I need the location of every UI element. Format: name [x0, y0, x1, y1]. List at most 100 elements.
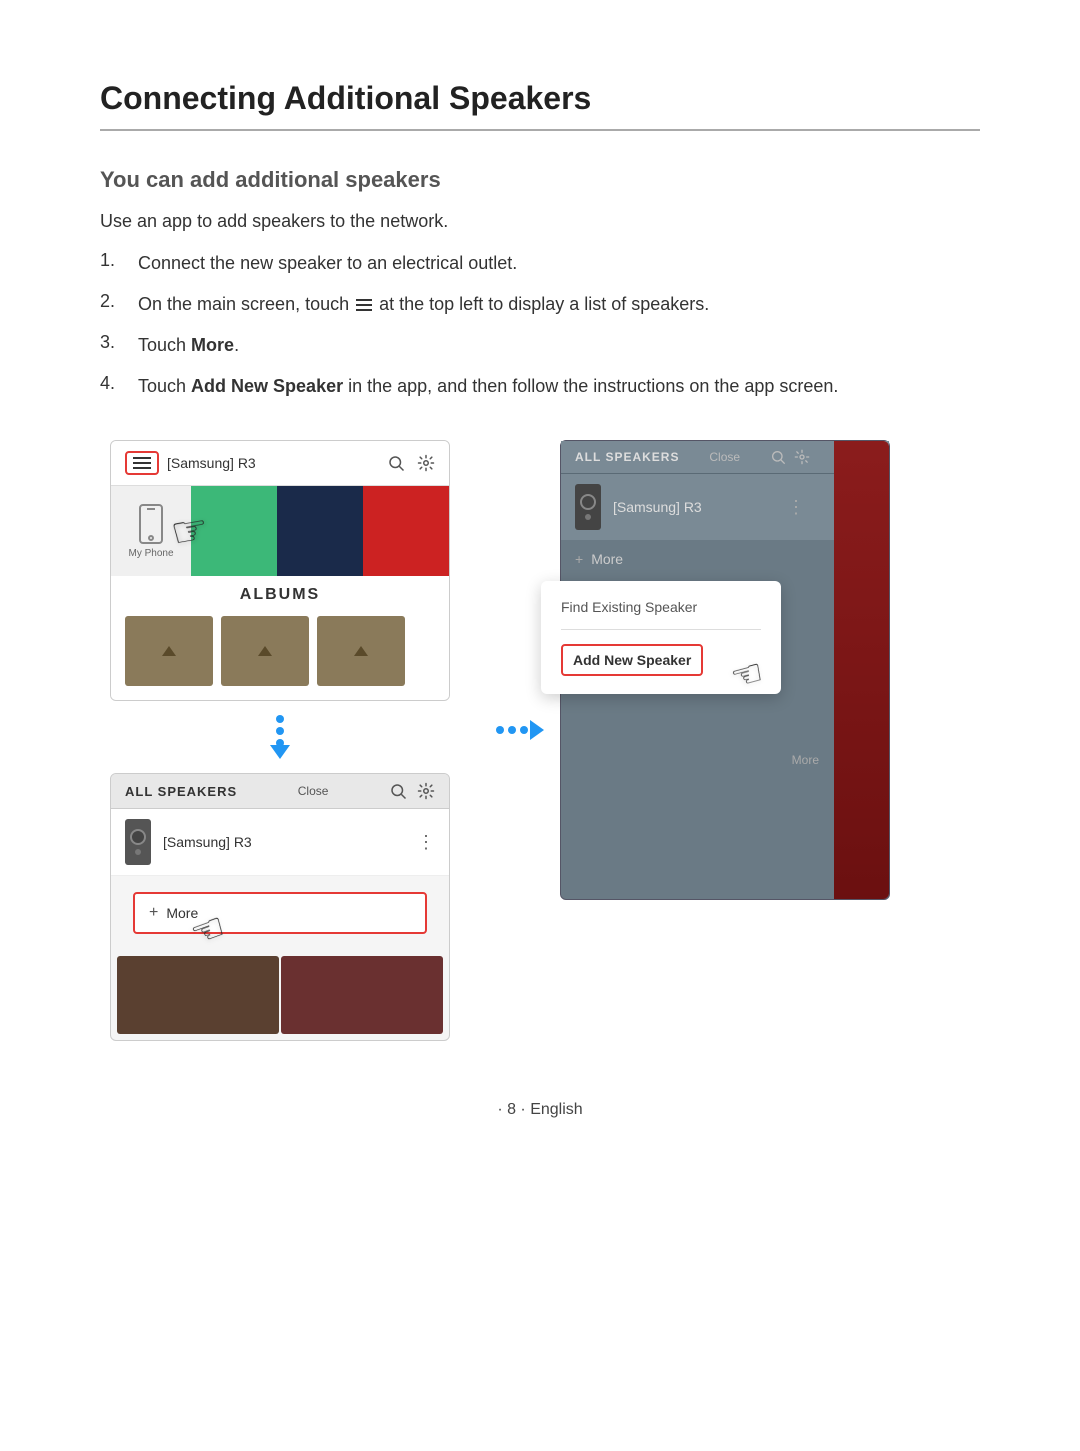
step-text-1: Connect the new speaker to an electrical… [138, 250, 980, 277]
section-title: Connecting Additional Speakers [100, 80, 980, 131]
speaker-icon-bottom [125, 819, 151, 865]
my-phone-label: My Phone [128, 548, 173, 559]
step-3: 3. Touch More. [100, 332, 980, 359]
right-more-label: More [591, 551, 623, 567]
dark-tile-1 [117, 956, 279, 1034]
step-4: 4. Touch Add New Speaker in the app, and… [100, 373, 980, 400]
search-icon-bottom[interactable] [389, 782, 407, 800]
album-icon-1 [154, 636, 184, 666]
hand-pointer-add: ☞ [726, 651, 768, 700]
app-header-left: [Samsung] R3 [125, 451, 256, 475]
speaker-circle [130, 829, 146, 845]
album-icon-2 [250, 636, 280, 666]
phone-icon [137, 504, 165, 544]
all-speakers-header-bottom: ALL SPEAKERS Close [111, 774, 449, 809]
left-mockup: [Samsung] R3 [100, 440, 480, 1041]
arrow-dots [276, 715, 284, 747]
all-speakers-icons-bottom [389, 782, 435, 800]
speaker-dot [135, 849, 141, 855]
more-bold: More [191, 335, 234, 355]
banner-area: My Phone ☞ [111, 486, 449, 576]
all-speakers-title-bottom: ALL SPEAKERS [125, 784, 237, 799]
step-num-3: 3. [100, 332, 130, 353]
plus-icon-bottom: + [149, 904, 158, 922]
steps-list: 1. Connect the new speaker to an electri… [100, 250, 980, 400]
album-thumb-2 [221, 616, 309, 686]
right-more-bottom: More [792, 753, 819, 767]
tile-red [363, 486, 449, 576]
app-screen-bottom: ALL SPEAKERS Close [110, 773, 450, 1041]
add-new-speaker-bold: Add New Speaker [191, 376, 343, 396]
step-text-4: Touch Add New Speaker in the app, and th… [138, 373, 980, 400]
arrow-right-dot-3 [520, 726, 528, 734]
gear-icon-bottom[interactable] [417, 782, 435, 800]
arrow-dot-1 [276, 715, 284, 723]
arrow-down-container [110, 715, 450, 759]
step-2: 2. On the main screen, touch at the top … [100, 291, 980, 318]
arrow-right-head [530, 720, 544, 740]
intro-text: Use an app to add speakers to the networ… [100, 211, 980, 232]
right-speaker-dot [585, 514, 591, 520]
step-num-4: 4. [100, 373, 130, 394]
gear-icon-top[interactable] [417, 454, 435, 472]
app-header-icons-top [387, 454, 435, 472]
arrow-right-dot-1 [496, 726, 504, 734]
bottom-tiles-area [111, 950, 449, 1040]
tile-navy [277, 486, 363, 576]
album-icon-3 [346, 636, 376, 666]
right-mockup: ALL SPEAKERS Close [560, 440, 980, 900]
right-speaker-name: [Samsung] R3 [613, 499, 775, 515]
right-search-icon[interactable] [770, 449, 786, 465]
step-num-2: 2. [100, 291, 130, 312]
album-grid [125, 616, 435, 686]
diagram-area: [Samsung] R3 [100, 440, 980, 1041]
arrow-right-dots [496, 720, 544, 740]
add-new-container: Add New Speaker ☞ [561, 644, 761, 676]
hamburger-highlight [125, 451, 159, 475]
close-label-bottom[interactable]: Close [298, 784, 329, 798]
app-header: [Samsung] R3 [111, 441, 449, 486]
right-three-dot[interactable]: ⋮ [787, 497, 805, 518]
arrow-right-dot-2 [508, 726, 516, 734]
step-1: 1. Connect the new speaker to an electri… [100, 250, 980, 277]
right-speaker-circle [580, 494, 596, 510]
albums-section: ALBUMS [111, 576, 449, 700]
subsection-title: You can add additional speakers [100, 167, 980, 193]
footer-text: · 8 · English [497, 1101, 582, 1118]
hamburger-button[interactable] [131, 455, 153, 471]
right-all-speakers-title: ALL SPEAKERS [575, 450, 679, 464]
right-gear-icon[interactable] [794, 449, 810, 465]
three-dot-menu-bottom[interactable]: ⋮ [417, 832, 435, 853]
step-text-3: Touch More. [138, 332, 980, 359]
album-thumb-3 [317, 616, 405, 686]
add-new-speaker-label[interactable]: Add New Speaker [561, 644, 703, 676]
speaker-name-bottom: [Samsung] R3 [163, 834, 405, 850]
arrow-head-down [270, 745, 290, 759]
right-close-label[interactable]: Close [709, 450, 740, 464]
app-screen-top: [Samsung] R3 [110, 440, 450, 701]
arrow-right-container [480, 720, 560, 740]
album-thumb-1 [125, 616, 213, 686]
right-app-screen: ALL SPEAKERS Close [560, 440, 890, 900]
step-text-2: On the main screen, touch at the top lef… [138, 291, 980, 318]
right-speaker-icon [575, 484, 601, 530]
bottom-screen-container: ALL SPEAKERS Close [100, 773, 480, 1041]
dark-tile-2 [281, 956, 443, 1034]
page-footer: · 8 · English [100, 1101, 980, 1159]
popup-card: Find Existing Speaker Add New Speaker ☞ [541, 581, 781, 694]
step-num-1: 1. [100, 250, 130, 271]
albums-title: ALBUMS [125, 586, 435, 604]
hamburger-icon [356, 299, 372, 311]
search-icon-top[interactable] [387, 454, 405, 472]
right-header-icons [770, 449, 810, 465]
arrow-dot-2 [276, 727, 284, 735]
more-item-bottom[interactable]: + More [133, 892, 427, 934]
arrow-down [270, 715, 290, 759]
more-item-container: + More ☞ [111, 876, 449, 950]
speaker-item-bottom: [Samsung] R3 ⋮ [111, 809, 449, 876]
find-existing-label[interactable]: Find Existing Speaker [561, 599, 761, 630]
right-plus-icon: + [575, 551, 583, 567]
page-container: Connecting Additional Speakers You can a… [0, 0, 1080, 1219]
banner-tiles [191, 486, 449, 576]
right-all-speakers-header: ALL SPEAKERS Close [561, 441, 889, 474]
